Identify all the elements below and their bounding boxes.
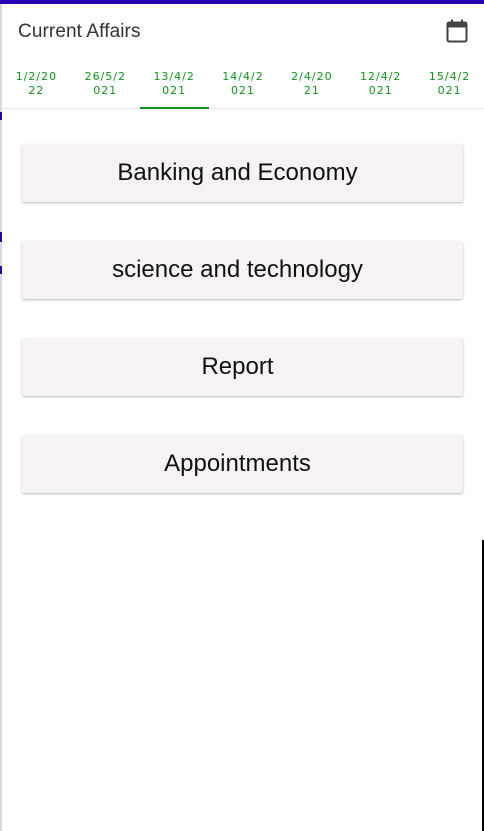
category-appointments[interactable]: Appointments [22, 435, 463, 493]
screen: Current Affairs 1/2/2022 26/5/2021 13/4/… [0, 0, 484, 831]
category-list: Banking and Economy science and technolo… [22, 144, 463, 532]
category-science-and-technology[interactable]: science and technology [22, 241, 463, 299]
tab-date-3[interactable]: 13/4/2021 [139, 60, 209, 109]
app-bar: Current Affairs [2, 4, 484, 60]
category-banking-and-economy[interactable]: Banking and Economy [22, 144, 463, 202]
category-label: Appointments [164, 450, 311, 477]
page-title: Current Affairs [18, 21, 141, 42]
tab-date-5[interactable]: 2/4/2021 [277, 60, 346, 108]
tab-date-1[interactable]: 1/2/2022 [2, 60, 71, 108]
category-label: Report [201, 353, 274, 380]
tab-date-6[interactable]: 12/4/2021 [346, 60, 415, 108]
tab-date-7[interactable]: 15/4/2021 [415, 60, 484, 108]
tab-label: 14/4/2021 [222, 70, 264, 97]
tab-label: 1/2/2022 [15, 70, 58, 97]
tab-label: 15/4/2021 [428, 70, 471, 97]
tab-date-4[interactable]: 14/4/2021 [209, 60, 278, 108]
left-edge-mark [0, 232, 2, 242]
tab-label: 12/4/2021 [360, 70, 402, 97]
left-edge-mark [0, 266, 2, 274]
left-edge [0, 4, 2, 831]
tab-label: 2/4/2021 [291, 70, 333, 97]
left-edge-mark [0, 112, 2, 120]
category-label: Banking and Economy [117, 159, 358, 186]
tab-label: 13/4/2021 [153, 70, 195, 97]
category-label: science and technology [112, 256, 363, 283]
tab-label: 26/5/2021 [84, 70, 126, 97]
tab-date-2[interactable]: 26/5/2021 [71, 60, 140, 108]
calendar-button[interactable] [444, 18, 470, 44]
date-tabs: 1/2/2022 26/5/2021 13/4/2021 14/4/2021 2… [2, 60, 484, 109]
calendar-icon [446, 19, 468, 43]
category-report[interactable]: Report [22, 338, 463, 396]
